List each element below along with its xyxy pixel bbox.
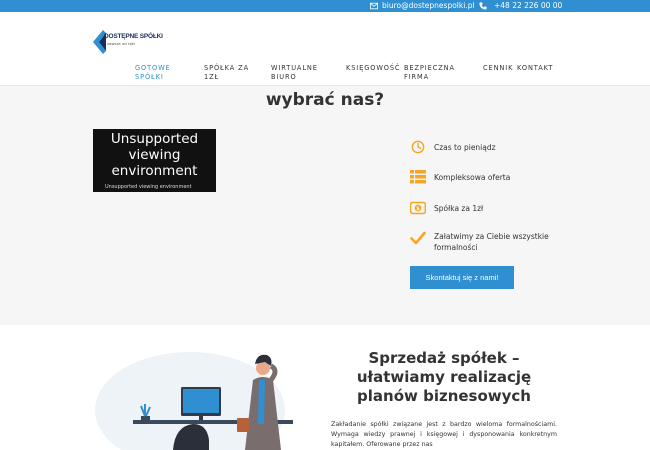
phone-icon (479, 1, 487, 10)
video-message-small: Unsupported viewing environment (105, 184, 192, 190)
logo[interactable]: DOSTĘPNE SPÓŁKI zawsze od ręki (93, 30, 163, 54)
list-icon (410, 170, 426, 184)
phone-link[interactable]: +48 22 226 00 00 (479, 1, 562, 10)
nav-bezpieczna-firma[interactable]: BEZPIECZNA FIRMA (404, 64, 464, 82)
feature-label: Spółka za 1zł (434, 204, 484, 213)
feature-label: Kompleksowa oferta (434, 173, 511, 182)
svg-text:$: $ (416, 206, 420, 212)
site-header: DOSTĘPNE SPÓŁKI zawsze od ręki GOTOWE SP… (0, 12, 650, 86)
main-nav: GOTOWE SPÓŁKI SPÓŁKA ZA 1ZŁ WIRTUALNE BI… (0, 62, 650, 82)
why-us-heading: wybrać nas? (265, 90, 385, 110)
video-message: Unsupported viewing environment (110, 131, 199, 179)
why-us-section (0, 86, 650, 325)
feature-item: Załatwimy za Ciebie wszystkie formalnośc… (410, 231, 560, 253)
nav-ksiegowosc[interactable]: KSIĘGOWOŚĆ (346, 64, 400, 73)
nav-cennik[interactable]: CENNIK (483, 64, 513, 73)
illustration-man-on-phone (95, 352, 293, 450)
feature-item: Kompleksowa oferta (410, 170, 510, 184)
nav-wirtualne-biuro[interactable]: WIRTUALNE BIURO (271, 64, 321, 82)
nav-gotowe-spolki[interactable]: GOTOWE SPÓŁKI (135, 64, 181, 82)
nav-spolka-za-1zl[interactable]: SPÓŁKA ZA 1ZŁ (204, 64, 252, 82)
video-player[interactable]: Unsupported viewing environment Unsuppor… (93, 129, 216, 192)
sales-paragraph: Zakładanie spółki związane jest z bardzo… (331, 421, 557, 448)
nav-kontakt[interactable]: KONTAKT (517, 64, 553, 73)
feature-item: $ Spółka za 1zł (410, 201, 483, 215)
email-text: biuro@dostepnespolki.pl (382, 1, 475, 10)
logo-name: DOSTĘPNE SPÓŁKI (104, 33, 163, 40)
clock-icon (411, 140, 425, 154)
logo-tagline: zawsze od ręki (107, 41, 136, 46)
feature-label: Czas to pieniądz (434, 143, 496, 152)
check-icon (410, 231, 426, 245)
feature-label: Załatwimy za Ciebie wszystkie formalnośc… (434, 232, 549, 252)
coin-icon: $ (410, 201, 426, 215)
sales-heading: Sprzedaż spółek – ułatwiamy realizację p… (356, 349, 532, 405)
top-bar: biuro@dostepnespolki.pl +48 22 226 00 00 (0, 0, 650, 12)
email-link[interactable]: biuro@dostepnespolki.pl (370, 1, 475, 10)
feature-item: Czas to pieniądz (410, 140, 496, 154)
contact-us-button[interactable]: Skontaktuj się z nami! (410, 266, 514, 289)
envelope-icon (370, 2, 378, 9)
phone-text: +48 22 226 00 00 (494, 1, 563, 10)
